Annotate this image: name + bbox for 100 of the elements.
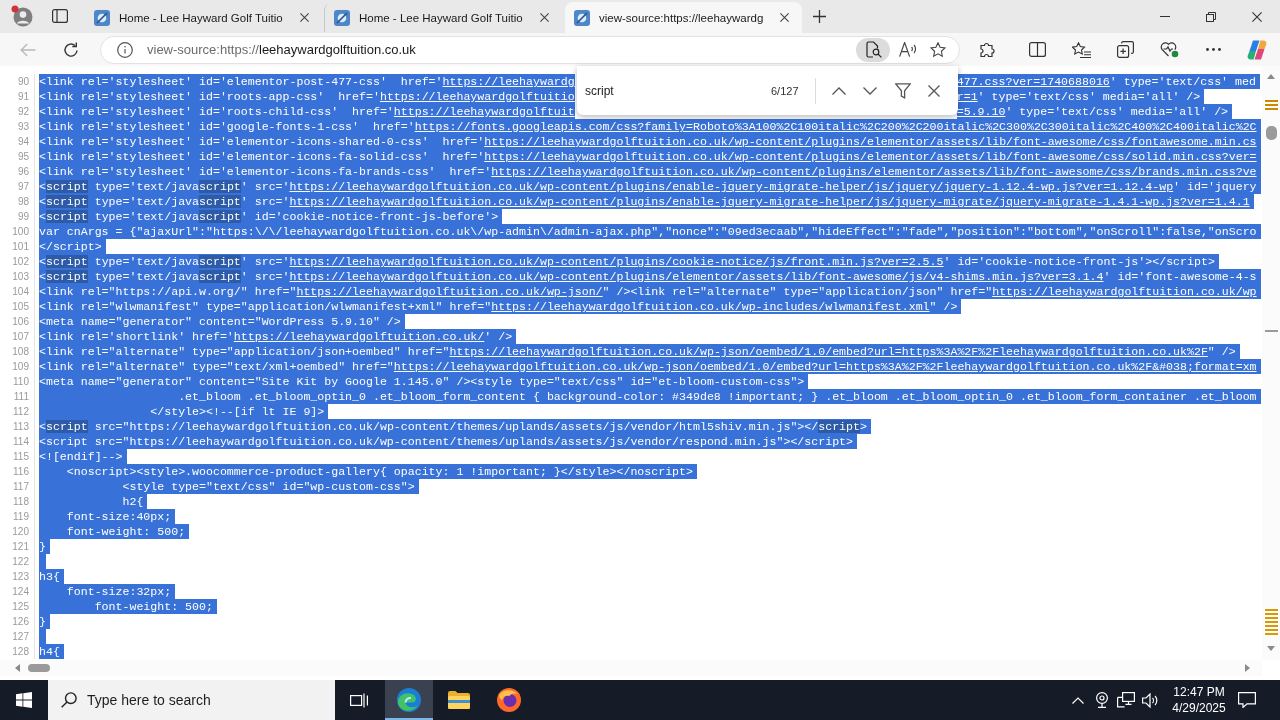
line-number: 98: [17, 196, 29, 207]
browser-tab[interactable]: view-source:https://leehaywardg: [565, 2, 802, 33]
line-number: 115: [13, 451, 29, 462]
close-icon: [539, 13, 549, 22]
match-count: 6/127: [771, 84, 799, 97]
swirl-logo-icon: [397, 688, 421, 712]
line-number: 101: [12, 241, 29, 252]
puzzle-icon: [979, 41, 997, 58]
source-link[interactable]: =5.9.10: [956, 105, 1006, 118]
taskbar-search-field[interactable]: Type here to search: [48, 680, 335, 720]
source-link[interactable]: https://leehaywardgolftuition.co.uk/wp-content/plugins/elementor/assets/lib/font-awesome/css/fontawesome.min.cs: [484, 135, 1257, 148]
line-number: 125: [12, 601, 29, 612]
source-link[interactable]: https://leehaywardg: [442, 75, 575, 88]
star-list-icon: [1071, 41, 1091, 58]
close-icon: [299, 13, 309, 22]
close-icon: [927, 84, 940, 97]
source-link[interactable]: https://leehaywardgolftuition.co.uk/wp-content/plugins/cookie-notice/js/front.min.js?ver=2.5.5: [289, 255, 944, 268]
line-number: 102: [12, 256, 29, 267]
search-icon: [61, 692, 77, 708]
plus-icon: [812, 9, 826, 23]
close-icon: [1252, 11, 1262, 22]
source-link[interactable]: https://leehaywardgolftuition.co.uk/wp-json/: [296, 285, 603, 298]
source-link[interactable]: https://leehaywardgolftuition.co.uk/wp-includes/wlwmanifest.xml: [491, 300, 930, 313]
line-number: 105: [12, 301, 29, 312]
chevron-up-icon: [831, 86, 846, 95]
line-number: 116: [13, 466, 29, 477]
line-number: 109: [12, 361, 29, 372]
page-search-icon: [864, 41, 882, 58]
star-icon: [930, 41, 946, 58]
line-number: 100: [12, 226, 29, 237]
webcam-icon: [1095, 692, 1109, 708]
line-number: 91: [17, 91, 29, 102]
address-url: view-source:https://leehaywardgolftuition.co.uk: [147, 42, 416, 57]
line-number: 117: [13, 481, 29, 492]
line-number: 94: [17, 136, 29, 147]
line-number: 126: [12, 616, 29, 627]
line-number: 93: [17, 121, 29, 132]
find-in-page-button[interactable]: [856, 37, 890, 62]
refresh-icon: [63, 41, 79, 58]
line-number: 123: [12, 571, 29, 582]
line-number: 122: [12, 556, 29, 567]
source-link[interactable]: https://leehaywardgolftuitio: [379, 90, 575, 103]
app-logo-icon: [1247, 39, 1267, 60]
line-number: 114: [13, 436, 29, 447]
source-link[interactable]: https://leehaywardgolftuition.co.uk/wp-content/plugins/elementor/assets/lib/font-awesome/js/v4-shims.min.js?ver=3.1.4: [289, 270, 1104, 283]
source-link[interactable]: https://leehaywardgolftuition.co.uk/wp-json/oembed/1.0/embed?url=https%3A%2F%2Fleehaywardgolftuition.co.uk%2F: [449, 345, 1208, 358]
source-link[interactable]: https://leehaywardgolftuition.co.uk/wp-json/oembed/1.0/embed?url=https%3A%2F%2Fleehaywardgolftuition.co.uk%2F&#038;format=xm: [393, 360, 1257, 373]
browser-taskbar-button[interactable]: [385, 680, 433, 720]
source-link[interactable]: https://leehaywardgolftuition.co.uk/: [233, 330, 485, 343]
line-number: 96: [17, 166, 29, 177]
network-icon: [1117, 692, 1135, 708]
line-number: 113: [13, 421, 29, 432]
filter-icon: [894, 82, 911, 99]
speech-bubble-icon: [1238, 692, 1256, 708]
line-number: 120: [12, 526, 29, 537]
line-number: 99: [17, 211, 29, 222]
source-link[interactable]: https://leehaywardgolftuition.co.uk/wp-content/plugins/enable-jquery-migrate-helper/js/jquery/jquery-1.12.4-wp.js?ver=1.12.4-wp: [289, 180, 1174, 193]
task-view-icon: [350, 692, 368, 708]
browser-tab[interactable]: Home - Lee Hayward Golf Tuitio: [85, 2, 322, 33]
split-window-icon: [1028, 42, 1046, 57]
source-link[interactable]: r=1: [956, 90, 978, 103]
source-link[interactable]: 477.css?ver=1740688016: [956, 75, 1110, 88]
line-number: 118: [13, 496, 29, 507]
address-bar[interactable]: view-source:https://leehaywardgolftuition.co.uk: [100, 35, 960, 64]
collections-icon: [1116, 41, 1134, 58]
source-link[interactable]: https://leehaywardgolftuition.co.uk/wp-content/plugins/elementor/assets/lib/font-awesome/css/brands.min.css?ve: [491, 165, 1257, 178]
speaker-icon: [1141, 692, 1159, 708]
close-icon: [779, 13, 789, 22]
back-arrow-icon: [20, 42, 36, 57]
line-number: 107: [12, 331, 29, 342]
clock-button[interactable]: 12:47 PM 4/29/2025: [1164, 680, 1234, 720]
line-number: 90: [17, 76, 29, 87]
line-number: 111: [13, 391, 29, 402]
chevron-up-icon: [1072, 696, 1084, 704]
line-number: 103: [12, 271, 29, 282]
source-link[interactable]: https://leehaywardgolftuition.co.uk/wp: [992, 285, 1257, 298]
chevron-down-icon: [862, 86, 877, 95]
line-number: 104: [12, 286, 29, 297]
restore-icon: [1206, 11, 1216, 22]
line-number: 95: [17, 151, 29, 162]
line-number: 97: [17, 181, 29, 192]
source-link[interactable]: https://leehaywardgolftuit: [393, 105, 575, 118]
source-link[interactable]: https://fonts.googleapis.com/css?family=Roboto%3A100%2C100italic%2C200%2C200italic%2C300%2C300italic%2C400%2C400italic%2C: [414, 120, 1257, 133]
favicon-icon: [574, 9, 590, 26]
folder-icon: [448, 691, 470, 709]
source-link[interactable]: https://leehaywardgolftuition.co.uk/wp-content/plugins/enable-jquery-migrate-helper/js/jquery-migrate/jquery-migrate-1.4.1-wp.js?ver=1.4.1: [289, 195, 1250, 208]
line-number: 119: [13, 511, 29, 522]
source-link[interactable]: https://leehaywardgolftuition.co.uk/wp-content/plugins/elementor/assets/lib/font-awesome/css/solid.min.css?ver=: [484, 150, 1257, 163]
find-field[interactable]: script: [585, 79, 761, 102]
globe-logo-icon: [497, 688, 521, 712]
line-number: 127: [12, 631, 29, 642]
more-icon: [1205, 48, 1221, 51]
person-icon: [11, 5, 33, 27]
browser-tab[interactable]: Home - Lee Hayward Golf Tuitio: [325, 2, 562, 33]
windows-logo-icon: [16, 692, 32, 708]
line-number: 128: [12, 646, 29, 657]
line-number: 110: [13, 376, 29, 387]
line-number: 92: [17, 106, 29, 117]
favicon-icon: [94, 9, 110, 26]
favicon-icon: [334, 9, 350, 26]
